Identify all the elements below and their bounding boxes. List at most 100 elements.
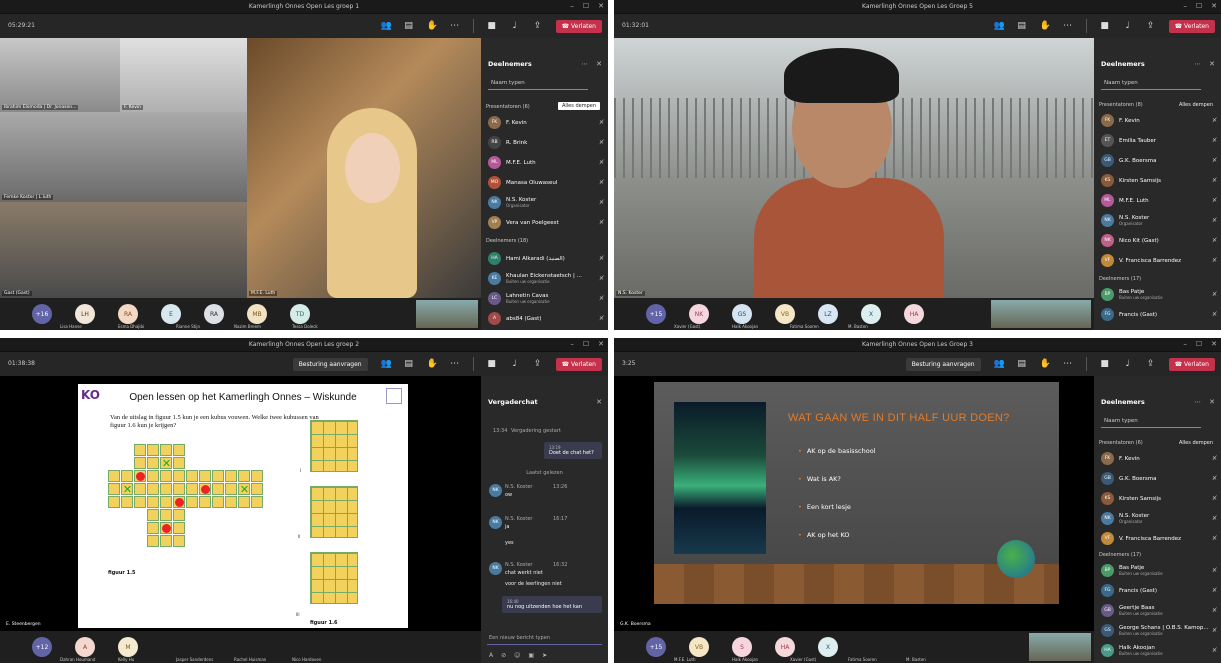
- more-icon[interactable]: ⋯: [1194, 60, 1201, 68]
- mic-off-icon[interactable]: ✕̸: [599, 255, 604, 262]
- participant-avatar[interactable]: VB: [775, 304, 795, 324]
- mic-off-icon[interactable]: ✕̸: [599, 159, 604, 166]
- mic-off-icon[interactable]: ✕̸: [599, 139, 604, 146]
- mic-off-icon[interactable]: ✕̸: [1212, 217, 1217, 224]
- more-icon[interactable]: ⋯: [1063, 21, 1073, 31]
- mic-icon[interactable]: ♩: [510, 21, 520, 31]
- chat-icon[interactable]: ▤: [1017, 21, 1027, 31]
- participant-avatar[interactable]: E: [161, 304, 181, 324]
- participant-row[interactable]: VF V. Francisca Barrendez ✕̸: [1101, 252, 1217, 269]
- video-tile[interactable]: Ibrahim Elomoda | Dr. Jonasen...: [0, 38, 120, 112]
- request-control-button[interactable]: Besturing aanvragen: [905, 357, 981, 371]
- attendees-section[interactable]: Deelnemers (18): [486, 238, 528, 244]
- raise-hand-icon[interactable]: ✋: [427, 21, 438, 31]
- participant-avatar[interactable]: LZ: [818, 304, 838, 324]
- participant-avatar[interactable]: +15: [646, 304, 666, 324]
- mic-off-icon[interactable]: ✕̸: [599, 219, 604, 226]
- leave-button[interactable]: ☎ Verlaten: [1168, 357, 1215, 371]
- mic-off-icon[interactable]: ✕̸: [1212, 587, 1217, 594]
- search-input[interactable]: Naam typen: [488, 78, 588, 90]
- compose-input[interactable]: Een nieuw bericht typen: [487, 633, 602, 645]
- mic-off-icon[interactable]: ✕̸: [1212, 157, 1217, 164]
- video-tile-main[interactable]: M.F.E. Luth: [247, 38, 481, 298]
- participant-row[interactable]: FG Francis (Gast) ✕̸: [1101, 582, 1217, 599]
- share-icon[interactable]: ⇪: [1146, 359, 1156, 369]
- attach-icon[interactable]: ⊘: [501, 652, 506, 659]
- chat-icon[interactable]: ▤: [404, 21, 414, 31]
- participant-avatar[interactable]: RA: [118, 304, 138, 324]
- participant-avatar[interactable]: X: [818, 637, 838, 657]
- participant-avatar[interactable]: MB: [247, 304, 267, 324]
- participant-row[interactable]: FG Francis (Gast) ✕̸: [1101, 306, 1217, 323]
- participant-row[interactable]: GB G.K. Boersma ✕̸: [1101, 470, 1217, 487]
- participant-row[interactable]: GB G.K. Boersma ✕̸: [1101, 152, 1217, 169]
- mic-off-icon[interactable]: ✕̸: [1212, 197, 1217, 204]
- participant-row[interactable]: MO Manasa Oluwaseul ✕̸: [488, 174, 604, 191]
- mic-off-icon[interactable]: ✕̸: [1212, 291, 1217, 298]
- chat-icon[interactable]: ▤: [1017, 359, 1027, 369]
- mute-all-button[interactable]: Alles dempen: [557, 102, 600, 110]
- mic-icon[interactable]: ♩: [1123, 21, 1133, 31]
- presenters-section[interactable]: Presentatoren (6): [1099, 440, 1143, 446]
- participant-avatar[interactable]: +15: [646, 637, 666, 657]
- leave-button[interactable]: ☎ Verlaten: [1168, 19, 1215, 33]
- participant-row[interactable]: FK F. Kevin ✕̸: [488, 114, 604, 131]
- camera-icon[interactable]: ■: [487, 21, 497, 31]
- presenters-section[interactable]: Presentatoren (8): [1099, 102, 1143, 108]
- share-icon[interactable]: ⇪: [1146, 21, 1156, 31]
- participant-row[interactable]: KS Kirsten Samsijs ✕̸: [1101, 490, 1217, 507]
- mic-off-icon[interactable]: ✕̸: [1212, 177, 1217, 184]
- participants-icon[interactable]: 👥: [381, 21, 392, 31]
- more-icon[interactable]: ⋯: [581, 60, 588, 68]
- more-icon[interactable]: ⋯: [1194, 398, 1201, 406]
- participant-row[interactable]: KS Kirsten Samsijs ✕̸: [1101, 172, 1217, 189]
- self-view-thumbnail[interactable]: [991, 300, 1091, 328]
- mic-off-icon[interactable]: ✕̸: [599, 119, 604, 126]
- participant-row[interactable]: RB R. Brink ✕̸: [488, 134, 604, 151]
- mic-off-icon[interactable]: ✕̸: [599, 179, 604, 186]
- participant-row[interactable]: ET Emilia Tauber ✕̸: [1101, 132, 1217, 149]
- participant-avatar[interactable]: RA: [204, 304, 224, 324]
- raise-hand-icon[interactable]: ✋: [1040, 21, 1051, 31]
- close-icon[interactable]: ✕: [1209, 398, 1215, 406]
- share-icon[interactable]: ⇪: [533, 359, 543, 369]
- close-icon[interactable]: ✕: [1211, 2, 1217, 10]
- participant-row[interactable]: GB Geertje Baas Buiten uw organisatie ✕̸: [1101, 602, 1217, 619]
- participant-row[interactable]: HA Halk Akoojan Buiten uw organisatie ✕̸: [1101, 642, 1217, 659]
- participant-avatar[interactable]: NK: [689, 304, 709, 324]
- mute-all-button[interactable]: Alles dempen: [1179, 440, 1213, 446]
- participant-row[interactable]: ML M.F.E. Luth ✕̸: [1101, 192, 1217, 209]
- mic-off-icon[interactable]: ✕̸: [1212, 607, 1217, 614]
- close-icon[interactable]: ✕: [598, 340, 604, 348]
- mic-off-icon[interactable]: ✕̸: [1212, 475, 1217, 482]
- participant-row[interactable]: BP Bas Patje Buiten uw organisatie ✕̸: [1101, 286, 1217, 303]
- leave-button[interactable]: ☎ Verlaten: [555, 19, 602, 33]
- mic-off-icon[interactable]: ✕̸: [599, 199, 604, 206]
- more-icon[interactable]: ⋯: [450, 21, 460, 31]
- participant-row[interactable]: KE Khaulan Eickenstaetsch | ... Buiten uw …: [488, 270, 604, 287]
- participants-icon[interactable]: 👥: [994, 359, 1005, 369]
- video-tile[interactable]: Femke Koster | L.luth: [0, 112, 247, 202]
- participant-row[interactable]: NK Nico Kit (Gast) ✕̸: [1101, 232, 1217, 249]
- search-input[interactable]: Naam typen: [1101, 78, 1201, 90]
- participant-row[interactable]: FK F. Kevin ✕̸: [1101, 450, 1217, 467]
- participant-row[interactable]: Aabs84 (Gast) ✕̸: [488, 310, 604, 327]
- participant-row[interactable]: BP Bas Patje Buiten uw organisatie ✕̸: [1101, 562, 1217, 579]
- participant-avatar[interactable]: +12: [32, 637, 52, 657]
- format-icon[interactable]: A: [489, 652, 493, 659]
- request-control-button[interactable]: Besturing aanvragen: [292, 357, 368, 371]
- participant-row[interactable]: NK N.S. Koster Organisator ✕̸: [1101, 510, 1217, 527]
- close-icon[interactable]: ✕: [1209, 60, 1215, 68]
- mic-off-icon[interactable]: ✕̸: [1212, 495, 1217, 502]
- mute-all-button[interactable]: Alles dempen: [1179, 102, 1213, 108]
- share-icon[interactable]: ⇪: [533, 21, 543, 31]
- mic-icon[interactable]: ♩: [1123, 359, 1133, 369]
- close-icon[interactable]: ✕: [598, 2, 604, 10]
- participant-avatar[interactable]: S: [732, 637, 752, 657]
- participant-row[interactable]: HA Hami Alkaradi (الصنبد) ✕̸: [488, 250, 604, 267]
- mic-off-icon[interactable]: ✕̸: [599, 315, 604, 322]
- video-tile[interactable]: F. Kevin: [120, 38, 247, 112]
- camera-off-icon[interactable]: ■: [1100, 359, 1110, 369]
- close-icon[interactable]: ✕: [596, 60, 602, 68]
- minimize-icon[interactable]: –: [1183, 340, 1187, 348]
